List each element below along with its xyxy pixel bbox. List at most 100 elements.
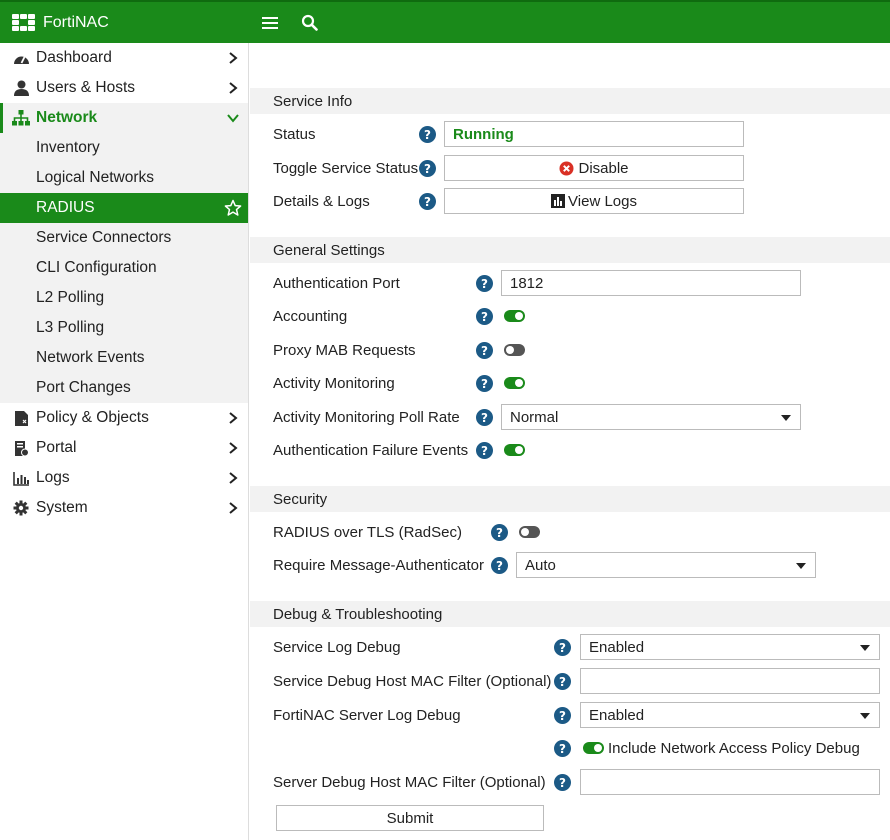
user-icon: [12, 79, 30, 97]
sidebar-item-cli-configuration[interactable]: CLI Configuration: [0, 253, 248, 283]
sidebar-item-service-connectors[interactable]: Service Connectors: [0, 223, 248, 253]
radsec-toggle[interactable]: [519, 526, 540, 538]
auth-failure-toggle[interactable]: [504, 444, 525, 456]
sidebar-item-label: Network: [36, 109, 98, 126]
section-general-settings: General Settings: [250, 237, 890, 263]
sidebar-item-system[interactable]: System: [0, 493, 248, 523]
sidebar-item-users-hosts[interactable]: Users & Hosts: [0, 73, 248, 103]
chevron-right-icon: [229, 472, 238, 484]
sidebar-item-label: System: [36, 499, 88, 516]
help-icon[interactable]: ?: [554, 774, 571, 791]
sidebar-item-l2-polling[interactable]: L2 Polling: [0, 283, 248, 313]
caret-down-icon: [781, 415, 791, 421]
server-mac-filter-label: Server Debug Host MAC Filter (Optional): [273, 773, 546, 791]
help-icon[interactable]: ?: [476, 442, 493, 459]
server-log-debug-select[interactable]: Enabled: [580, 702, 880, 728]
section-service-info: Service Info: [250, 88, 890, 114]
portal-icon: [12, 439, 30, 457]
gear-icon: [12, 499, 30, 517]
help-icon[interactable]: ?: [419, 126, 436, 143]
help-icon[interactable]: ?: [476, 342, 493, 359]
app-title: FortiNAC: [43, 13, 109, 31]
toggle-service-label: Toggle Service Status: [273, 159, 419, 177]
sidebar-item-inventory[interactable]: Inventory: [0, 133, 248, 163]
auth-failure-label: Authentication Failure Events: [273, 441, 469, 459]
caret-down-icon: [860, 645, 870, 651]
proxy-mab-label: Proxy MAB Requests: [273, 341, 416, 359]
msg-auth-label: Require Message-Authenticator: [273, 556, 484, 574]
include-policy-debug-label: Include Network Access Policy Debug: [608, 739, 860, 757]
help-icon[interactable]: ?: [491, 524, 508, 541]
help-icon[interactable]: ?: [491, 557, 508, 574]
dashboard-icon: [12, 49, 30, 67]
view-logs-button-label: View Logs: [568, 192, 637, 210]
include-policy-debug-toggle[interactable]: [583, 742, 604, 754]
msg-auth-value: Auto: [525, 556, 556, 574]
help-icon[interactable]: ?: [554, 707, 571, 724]
sidebar-item-label: Logs: [36, 469, 70, 486]
sidebar-item-network-events[interactable]: Network Events: [0, 343, 248, 373]
caret-down-icon: [860, 713, 870, 719]
accounting-label: Accounting: [273, 307, 348, 325]
service-mac-filter-input[interactable]: [580, 668, 880, 694]
sidebar-item-l3-polling[interactable]: L3 Polling: [0, 313, 248, 343]
sidebar-item-dashboard[interactable]: Dashboard: [0, 43, 248, 73]
activity-monitoring-toggle[interactable]: [504, 377, 525, 389]
sidebar-item-port-changes[interactable]: Port Changes: [0, 373, 248, 403]
chevron-right-icon: [229, 412, 238, 424]
logs-icon: [12, 469, 30, 487]
status-label: Status: [273, 125, 316, 143]
sidebar: Dashboard Users & Hosts Network Inventor…: [0, 43, 249, 840]
service-log-debug-value: Enabled: [589, 638, 645, 656]
sidebar-item-label: Users & Hosts: [36, 79, 136, 96]
policy-icon: [12, 409, 30, 427]
help-icon[interactable]: ?: [554, 673, 571, 690]
help-icon[interactable]: ?: [476, 375, 493, 392]
section-security: Security: [250, 486, 890, 512]
service-log-debug-select[interactable]: Enabled: [580, 634, 880, 660]
accounting-toggle[interactable]: [504, 310, 525, 322]
top-bar: FortiNAC: [0, 0, 890, 43]
help-icon[interactable]: ?: [476, 409, 493, 426]
section-debug: Debug & Troubleshooting: [250, 601, 890, 627]
sidebar-item-logs[interactable]: Logs: [0, 463, 248, 493]
help-icon[interactable]: ?: [419, 193, 436, 210]
help-icon[interactable]: ?: [554, 740, 571, 757]
sidebar-item-label: RADIUS: [36, 199, 95, 216]
star-icon[interactable]: [224, 199, 242, 217]
sidebar-item-network[interactable]: Network: [0, 103, 248, 133]
view-logs-button[interactable]: View Logs: [444, 188, 744, 214]
sidebar-item-policy-objects[interactable]: Policy & Objects: [0, 403, 248, 433]
network-submenu: Inventory Logical Networks RADIUS Servic…: [0, 133, 248, 403]
sidebar-item-logical-networks[interactable]: Logical Networks: [0, 163, 248, 193]
bar-chart-icon: [551, 194, 566, 208]
sidebar-item-radius[interactable]: RADIUS: [0, 193, 248, 223]
help-icon[interactable]: ?: [554, 639, 571, 656]
radsec-label: RADIUS over TLS (RadSec): [273, 523, 462, 541]
help-icon[interactable]: ?: [476, 308, 493, 325]
sidebar-item-label: Portal: [36, 439, 77, 456]
sidebar-item-label: Dashboard: [36, 49, 112, 66]
poll-rate-select[interactable]: Normal: [501, 404, 801, 430]
fortinet-logo-icon: [12, 13, 35, 32]
msg-auth-select[interactable]: Auto: [516, 552, 816, 578]
help-icon[interactable]: ?: [419, 160, 436, 177]
status-value: Running: [444, 121, 744, 147]
server-log-debug-value: Enabled: [589, 706, 645, 724]
disable-button-label: Disable: [578, 159, 629, 177]
submit-button[interactable]: Submit: [276, 805, 544, 831]
proxy-mab-toggle[interactable]: [504, 344, 525, 356]
hamburger-icon[interactable]: [255, 2, 285, 43]
close-circle-icon: [559, 161, 574, 175]
search-icon[interactable]: [294, 2, 324, 43]
chevron-down-icon: [227, 114, 239, 123]
sidebar-item-portal[interactable]: Portal: [0, 433, 248, 463]
poll-rate-value: Normal: [510, 408, 559, 426]
activity-monitoring-label: Activity Monitoring: [273, 374, 395, 392]
server-mac-filter-input[interactable]: [580, 769, 880, 795]
help-icon[interactable]: ?: [476, 275, 493, 292]
auth-port-input[interactable]: 1812: [501, 270, 801, 296]
brand[interactable]: FortiNAC: [12, 2, 249, 43]
main-content: Service Info Status ? Running Toggle Ser…: [250, 43, 890, 840]
disable-button[interactable]: Disable: [444, 155, 744, 181]
